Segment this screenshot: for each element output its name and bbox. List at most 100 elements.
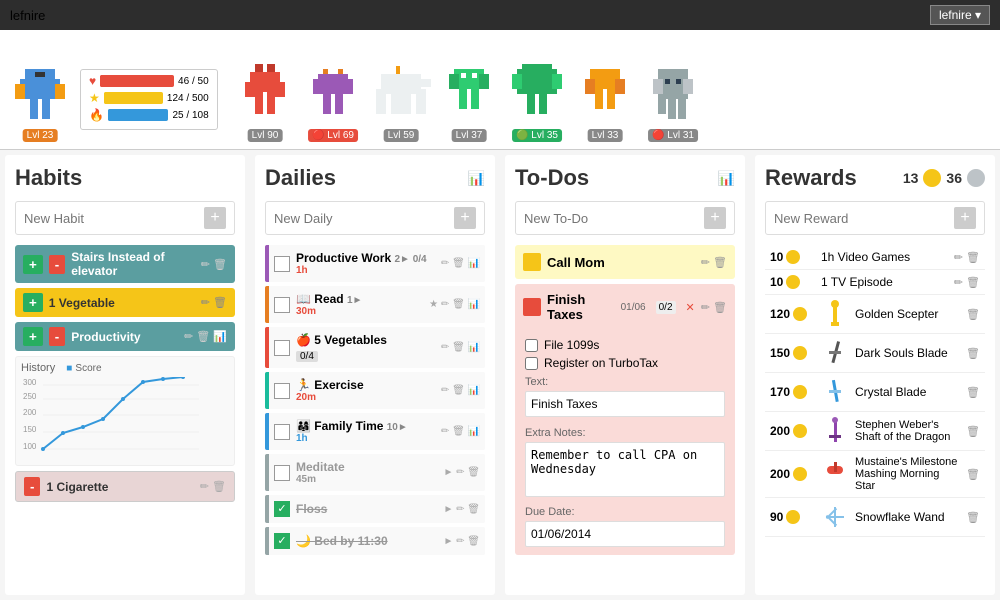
daily-veg-icons: ✏ 🗑 📊 [441, 342, 480, 353]
add-daily-button[interactable]: + [454, 207, 476, 229]
stephen-shaft-icon [821, 417, 849, 445]
new-habit-input[interactable] [24, 211, 204, 226]
new-todo-input[interactable] [524, 211, 704, 226]
reward-video-games: 10 1h Video Games ✏ 🗑 [765, 245, 985, 270]
reward-cb-icons: 🗑 [966, 386, 980, 399]
daily-productive-icons: ✏ 🗑 📊 [441, 258, 480, 269]
reward-gs-coin [793, 307, 807, 321]
daily-productive-work: Productive Work 2► 0/4 1h ✏ 🗑 📊 [265, 245, 485, 282]
daily-bed-checkbox[interactable]: ✓ [274, 533, 290, 549]
party-level-7: 🔴 Lvl 31 [648, 129, 698, 142]
new-habit-row: + [15, 201, 235, 235]
party-member-2: 🔴 Lvl 69 [303, 64, 363, 144]
reward-gs-cost: 120 [770, 307, 815, 321]
coin-counts: 13 36 [903, 169, 985, 187]
todo-due-input[interactable] [525, 521, 725, 547]
reward-vg-coin [786, 250, 800, 264]
habit-veg-plus[interactable]: + [23, 293, 43, 312]
daily-exercise: 🏃 Exercise 20m ✏ 🗑 📊 [265, 372, 485, 409]
party-member-6: Lvl 33 [575, 64, 635, 144]
subtask-1099-checkbox[interactable] [525, 339, 538, 352]
svg-text:300: 300 [23, 378, 37, 387]
rewards-header: Rewards 13 36 [765, 165, 985, 191]
habit-prod-minus[interactable]: - [49, 327, 65, 346]
todo-taxes-x[interactable]: ✕ [686, 301, 695, 314]
habit-stairs-minus[interactable]: - [49, 255, 65, 274]
subtask-turbotax-checkbox[interactable] [525, 357, 538, 370]
new-reward-input[interactable] [774, 211, 954, 226]
reward-mm-coin [793, 467, 807, 481]
daily-read-checkbox[interactable] [274, 297, 290, 313]
party-level-4: Lvl 37 [452, 129, 487, 142]
reward-ds-coin [793, 346, 807, 360]
daily-meditate-checkbox[interactable] [274, 465, 290, 481]
reward-vg-cost: 10 [770, 250, 815, 264]
party-member-1: Lvl 90 [235, 64, 295, 144]
user-dropdown[interactable]: lefnire ▾ [930, 5, 990, 25]
todo-mom-checkbox[interactable] [523, 253, 541, 271]
reward-ss-coin [793, 424, 807, 438]
add-habit-button[interactable]: + [204, 207, 226, 229]
todo-taxes-score: 0/2 [656, 301, 676, 314]
reward-mm-cost: 200 [770, 467, 815, 481]
reward-cb-coin [793, 385, 807, 399]
daily-family: 👨‍👩‍👧 Family Time 10► 1h ✏ 🗑 📊 [265, 413, 485, 450]
reward-sw-icons: 🗑 [966, 511, 980, 524]
daily-productive-checkbox[interactable] [274, 256, 290, 272]
productivity-chart: History ■ Score 100 150 200 250 300 [15, 356, 235, 466]
reward-sw-coin [786, 510, 800, 524]
habits-column: Habits + + - Stairs Instead of elevator … [5, 155, 245, 595]
habit-stairs-plus[interactable]: + [23, 255, 43, 274]
daily-floss-label: Floss [296, 502, 437, 516]
todo-subtask-turbotax: Register on TurboTax [525, 356, 725, 370]
todo-notes-textarea[interactable]: Remember to call CPA on Wednesday [525, 442, 725, 497]
reward-gs-icons: 🗑 [966, 308, 980, 321]
reward-vg-label: 1h Video Games [821, 250, 948, 264]
svg-text:150: 150 [23, 425, 37, 434]
daily-read-label: 📖 Read 1► [296, 292, 423, 306]
reward-sw-cost: 90 [770, 510, 815, 524]
add-reward-button[interactable]: + [954, 207, 976, 229]
new-reward-row: + [765, 201, 985, 235]
chart-title: History ■ Score [21, 362, 229, 374]
habit-cig-minus[interactable]: - [24, 477, 40, 496]
crystal-blade-icon [821, 378, 849, 406]
mustaine-icon [821, 460, 849, 488]
daily-read: 📖 Read 1► 30m ★ ✏ 🗑 📊 [265, 286, 485, 323]
daily-exercise-checkbox[interactable] [274, 383, 290, 399]
rewards-column: Rewards 13 36 + 10 1h Video Games ✏ 🗑 [755, 155, 995, 595]
party-level-3: Lvl 59 [384, 129, 419, 142]
habit-item-vegetable: + 1 Vegetable ✏ 🗑 [15, 288, 235, 317]
habit-productivity-wrapper: + - Productivity ✏ 🗑 📊 History ■ Score 1… [15, 322, 235, 466]
add-todo-button[interactable]: + [704, 207, 726, 229]
todo-taxes-checkbox[interactable] [523, 298, 541, 316]
reward-gs-label: Golden Scepter [855, 307, 960, 321]
habit-cig-icons: ✏ 🗑 [200, 480, 226, 493]
reward-tv-icons: ✏ 🗑 [954, 276, 980, 289]
new-todo-row: + [515, 201, 735, 235]
todo-text-input[interactable] [525, 391, 725, 417]
daily-productive-time: 1h [296, 265, 435, 276]
user-character: Lvl 23 ♥ 46 / 50 ★ 124 / 500 🔥 25 / 108 [10, 64, 70, 144]
party-level-2: 🔴 Lvl 69 [308, 129, 358, 142]
reward-tv-episode: 10 1 TV Episode ✏ 🗑 [765, 270, 985, 295]
daily-read-icons: ★ ✏ 🗑 📊 [429, 299, 480, 310]
habit-item-cigarette: - 1 Cigarette ✏ 🗑 [15, 471, 235, 502]
reward-tv-coin [786, 275, 800, 289]
habit-prod-plus[interactable]: + [23, 327, 43, 346]
reward-vg-icons: ✏ 🗑 [954, 251, 980, 264]
daily-exercise-icons: ✏ 🗑 📊 [441, 385, 480, 396]
daily-family-checkbox[interactable] [274, 424, 290, 440]
reward-tv-label: 1 TV Episode [821, 275, 948, 289]
new-daily-input[interactable] [274, 211, 454, 226]
daily-floss-checkbox[interactable]: ✓ [274, 501, 290, 517]
user-level: Lvl 23 [23, 129, 58, 142]
new-daily-row: + [265, 201, 485, 235]
daily-bed-label: 🌙 Bed by 11:30 [296, 534, 437, 548]
golden-scepter-icon [821, 300, 849, 328]
todo-call-mom: Call Mom ✏ 🗑 [515, 245, 735, 279]
daily-exercise-time: 20m [296, 392, 435, 403]
daily-veg-checkbox[interactable] [274, 340, 290, 356]
todo-mom-icons: ✏ 🗑 [701, 256, 727, 269]
daily-family-label: 👨‍👩‍👧 Family Time 10► [296, 419, 435, 433]
